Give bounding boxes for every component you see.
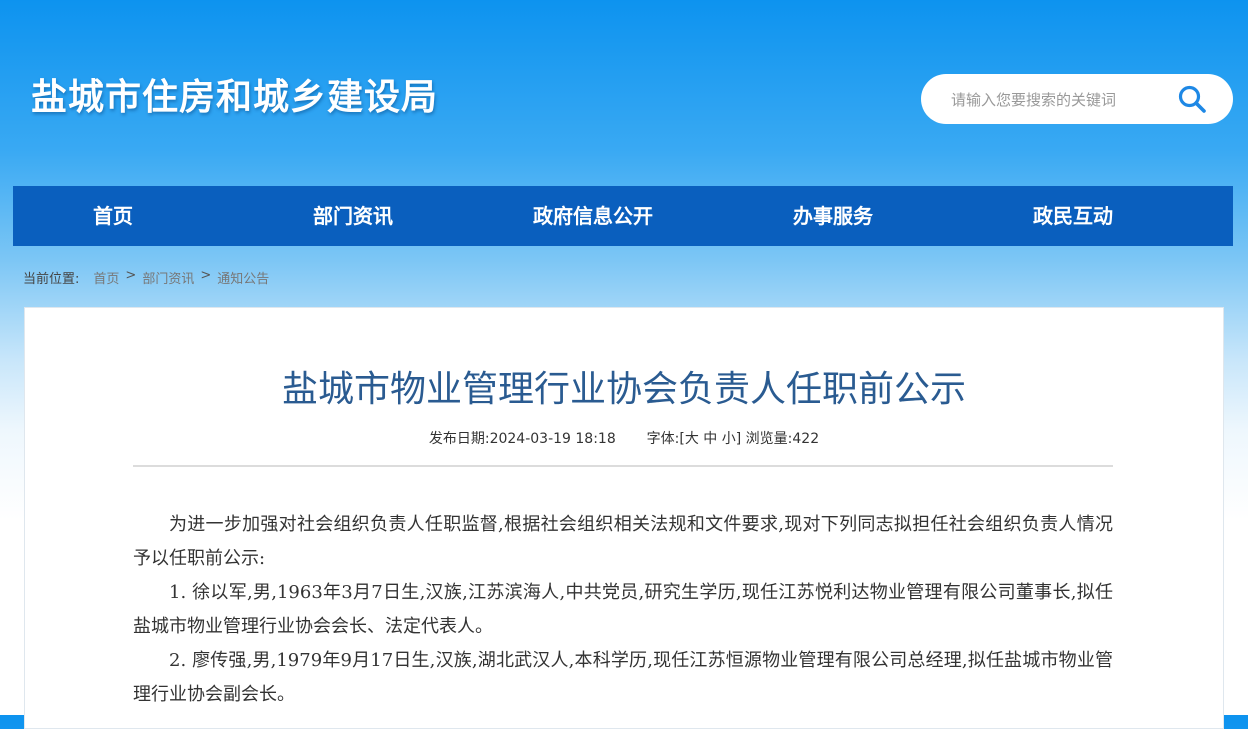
nav-item-home[interactable]: 首页 (93, 186, 133, 246)
article-meta: 发布日期:2024-03-19 18:18 字体:[大 中 小] 浏览量:422 (0, 428, 1248, 448)
font-size-medium[interactable]: 中 (703, 431, 717, 447)
publish-date: 2024-03-19 18:18 (489, 431, 616, 447)
article-paragraph: 为进一步加强对社会组织负责人任职监督,根据社会组织相关法规和文件要求,现对下列同… (133, 514, 1113, 569)
nav-item-interaction[interactable]: 政民互动 (1033, 186, 1113, 246)
nav-item-dept-news[interactable]: 部门资讯 (313, 186, 393, 246)
site-title: 盐城市住房和城乡建设局 (31, 77, 439, 118)
search-icon (1178, 85, 1206, 113)
main-nav: 首页 部门资讯 政府信息公开 办事服务 政民互动 (13, 186, 1233, 246)
views-count: 422 (792, 431, 820, 447)
breadcrumb-home[interactable]: 首页 (93, 268, 119, 287)
search-box (921, 74, 1233, 124)
search-input[interactable] (949, 87, 1168, 113)
search-button[interactable] (1175, 83, 1209, 115)
font-size-large[interactable]: 大 (685, 431, 699, 447)
article-body: 为进一步加强对社会组织负责人任职监督,根据社会组织相关法规和文件要求,现对下列同… (133, 508, 1113, 712)
breadcrumb-dept-news[interactable]: 部门资讯 (142, 268, 194, 287)
breadcrumb-separator: > (125, 268, 137, 283)
breadcrumb-separator: > (200, 268, 212, 283)
nav-item-services[interactable]: 办事服务 (793, 186, 873, 246)
breadcrumb: 当前位置: 首页 > 部门资讯 > 通知公告 (23, 268, 269, 287)
article-title: 盐城市物业管理行业协会负责人任职前公示 (281, 369, 966, 410)
breadcrumb-label: 当前位置: (23, 272, 80, 287)
font-size-bracket-close: ] (735, 431, 742, 447)
views-label: 浏览量: (745, 431, 793, 447)
publish-date-label: 发布日期: (428, 431, 490, 447)
nav-item-gov-info[interactable]: 政府信息公开 (533, 186, 653, 246)
title-divider (133, 465, 1113, 467)
article-paragraph: 2. 廖传强,男,1979年9月17日生,汉族,湖北武汉人,本科学历,现任江苏恒… (133, 650, 1113, 705)
font-size-label: 字体: (646, 431, 680, 447)
breadcrumb-notices[interactable]: 通知公告 (217, 268, 269, 287)
font-size-small[interactable]: 小 (722, 431, 736, 447)
article-paragraph: 1. 徐以军,男,1963年3月7日生,汉族,江苏滨海人,中共党员,研究生学历,… (133, 582, 1113, 637)
